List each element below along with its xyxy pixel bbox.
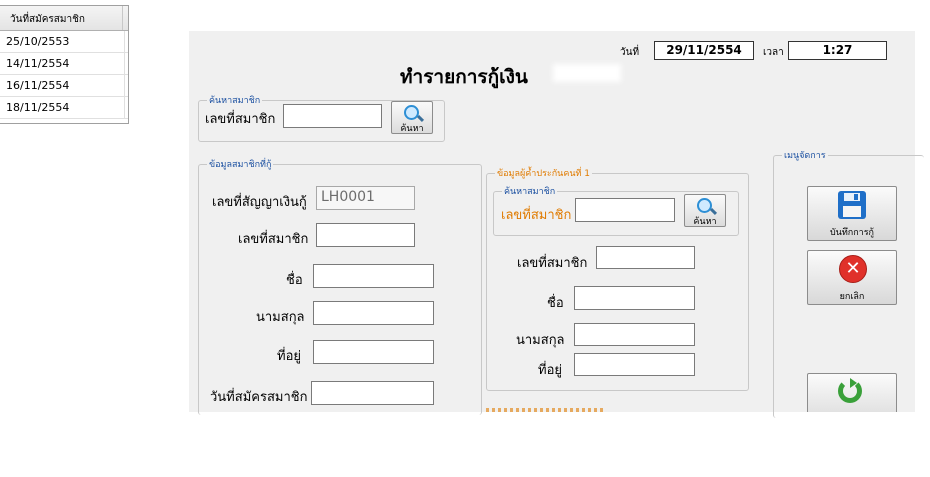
member-data-grid[interactable]: วันที่สมัครสมาชิก 25/10/2553 14/11/2554 … — [0, 5, 129, 124]
refresh-button-clip — [807, 373, 897, 412]
borrower-address-label: ที่อยู่ — [277, 349, 301, 364]
guarantor-search-input[interactable] — [575, 198, 675, 222]
cancel-x-icon: ✕ — [839, 255, 867, 283]
contract-number-label: เลขที่สัญญาเงินกู้ — [212, 195, 307, 210]
search-button-label: ค้นหา — [400, 124, 424, 134]
grid-cell-divider — [124, 75, 125, 96]
grid-cell-divider — [124, 31, 125, 52]
title-redaction — [553, 64, 621, 82]
guarantor-search-legend: ค้นหาสมาชิก — [502, 184, 558, 198]
refresh-button[interactable] — [807, 373, 897, 412]
guarantor-member-label: เลขที่สมาชิก — [517, 256, 588, 271]
contract-number-field[interactable]: LH0001 — [316, 186, 415, 210]
borrower-info-legend: ข้อมูลสมาชิกที่กู้ — [207, 157, 274, 171]
cancel-button[interactable]: ✕ ยกเลิก — [807, 250, 897, 305]
borrower-first-name-input[interactable] — [313, 264, 434, 288]
menu-legend: เมนูจัดการ — [782, 148, 828, 162]
search-button-label: ค้นหา — [693, 217, 717, 227]
guarantor-last-name-input[interactable] — [574, 323, 695, 346]
search-member-input[interactable] — [283, 104, 382, 128]
borrower-member-input[interactable] — [316, 223, 415, 247]
table-row[interactable]: 18/11/2554 — [0, 97, 128, 119]
search-member-label: เลขที่สมาชิก — [205, 112, 276, 127]
join-date-label: วันที่สมัครสมาชิก — [210, 390, 308, 405]
guarantor-search-button[interactable]: ค้นหา — [684, 194, 726, 227]
borrower-last-name-input[interactable] — [313, 301, 434, 325]
grid-cell-divider — [124, 53, 125, 74]
grid-column-join-date: วันที่สมัครสมาชิก — [10, 14, 85, 25]
guarantor-member-input[interactable] — [596, 246, 695, 269]
grid-cell-date: 25/10/2553 — [6, 35, 70, 48]
search-member-button[interactable]: ค้นหา — [391, 101, 433, 134]
grid-cell-date: 14/11/2554 — [6, 57, 70, 70]
next-section-legend-fragment — [486, 408, 606, 412]
borrower-member-label: เลขที่สมาชิก — [238, 232, 309, 247]
floppy-bottom — [843, 206, 861, 217]
cancel-label: ยกเลิก — [839, 292, 865, 302]
guarantor-first-name-input[interactable] — [574, 286, 695, 310]
guarantor-address-label: ที่อยู่ — [538, 363, 562, 378]
join-date-input[interactable] — [311, 381, 434, 405]
floppy-shutter — [854, 194, 858, 200]
search-member-legend: ค้นหาสมาชิก — [207, 93, 263, 107]
grid-column-divider — [122, 6, 123, 30]
save-loan-button[interactable]: บันทึกการกู้ — [807, 186, 897, 241]
guarantor-first-name-label: ชื่อ — [547, 296, 564, 311]
guarantor-address-input[interactable] — [574, 353, 695, 376]
save-loan-label: บันทึกการกู้ — [829, 228, 875, 238]
refresh-arrow-head — [850, 378, 857, 388]
grid-cell-divider — [124, 97, 125, 118]
date-label: วันที่ — [620, 47, 640, 58]
table-row[interactable]: 16/11/2554 — [0, 75, 128, 97]
next-section-legend-clip — [486, 408, 606, 412]
time-label: เวลา — [763, 47, 784, 58]
guarantor-last-name-label: นามสกุล — [516, 333, 565, 348]
date-display: 29/11/2554 — [654, 41, 754, 60]
borrower-address-input[interactable] — [313, 340, 434, 364]
guarantor-1-legend: ข้อมูลผู้ค้ำประกันคนที่ 1 — [495, 166, 593, 180]
guarantor-search-label: เลขที่สมาชิก — [501, 208, 572, 223]
grid-cell-date: 16/11/2554 — [6, 79, 70, 92]
grid-column-header[interactable]: วันที่สมัครสมาชิก — [0, 6, 128, 31]
floppy-disk-icon — [838, 191, 866, 219]
table-row[interactable]: 25/10/2553 — [0, 31, 128, 53]
time-display: 1:27 — [788, 41, 887, 60]
borrower-last-name-label: นามสกุล — [256, 310, 305, 325]
borrower-first-name-label: ชื่อ — [286, 273, 303, 288]
grid-cell-date: 18/11/2554 — [6, 101, 70, 114]
page-title: ทำรายการกู้เงิน — [400, 66, 528, 88]
table-row[interactable]: 14/11/2554 — [0, 53, 128, 75]
